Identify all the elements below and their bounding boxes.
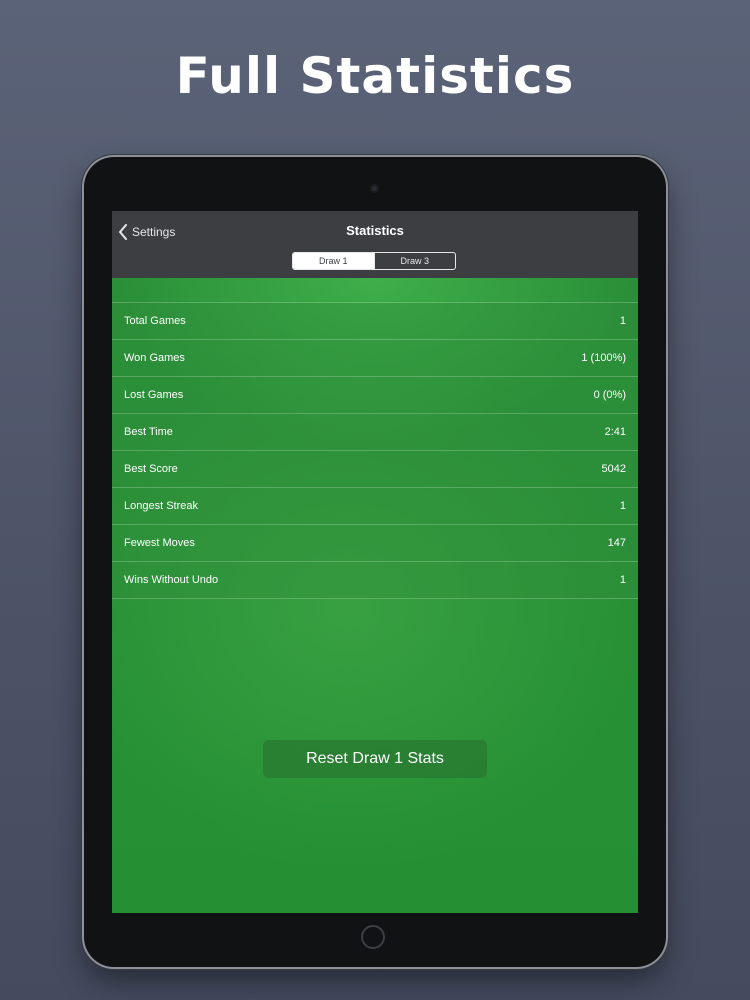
draw-mode-segmented-control: Draw 1 Draw 3 <box>292 252 456 270</box>
tablet-device-frame: Settings Statistics Draw 1 Draw 3 Total … <box>84 157 666 967</box>
stat-value: 1 <box>619 574 626 586</box>
felt-background: Total Games 1 Won Games 1 (100%) Lost Ga… <box>112 278 638 913</box>
stat-row-best-time: Best Time 2:41 <box>112 414 638 451</box>
stat-value: 5042 <box>601 463 626 475</box>
stat-label: Won Games <box>124 352 185 364</box>
app-screen: Settings Statistics Draw 1 Draw 3 Total … <box>112 211 638 913</box>
stat-label: Best Time <box>124 426 173 438</box>
stat-label: Longest Streak <box>124 500 198 512</box>
stat-value: 1 <box>619 500 626 512</box>
stat-row-total-games: Total Games 1 <box>112 303 638 340</box>
stat-row-best-score: Best Score 5042 <box>112 451 638 488</box>
stat-label: Total Games <box>124 315 186 327</box>
stat-row-lost-games: Lost Games 0 (0%) <box>112 377 638 414</box>
stat-label: Fewest Moves <box>124 537 195 549</box>
stat-label: Lost Games <box>124 389 184 401</box>
segment-draw-1[interactable]: Draw 1 <box>293 253 374 269</box>
home-button[interactable] <box>361 925 385 949</box>
stat-label: Best Score <box>124 463 178 475</box>
navigation-bar: Settings Statistics Draw 1 Draw 3 <box>112 211 638 279</box>
stat-value: 0 (0%) <box>593 389 626 401</box>
stat-value: 2:41 <box>604 426 626 438</box>
stat-value: 1 <box>619 315 626 327</box>
page-title: Statistics <box>346 223 404 238</box>
stat-row-longest-streak: Longest Streak 1 <box>112 488 638 525</box>
stat-value: 1 (100%) <box>581 352 626 364</box>
stat-row-fewest-moves: Fewest Moves 147 <box>112 525 638 562</box>
stat-label: Wins Without Undo <box>124 574 219 586</box>
stat-value: 147 <box>607 537 626 549</box>
stat-row-won-games: Won Games 1 (100%) <box>112 340 638 377</box>
camera-icon <box>370 184 379 193</box>
reset-stats-button[interactable]: Reset Draw 1 Stats <box>263 740 487 778</box>
segment-draw-3[interactable]: Draw 3 <box>373 253 456 269</box>
stat-row-wins-without-undo: Wins Without Undo 1 <box>112 562 638 599</box>
promo-headline: Full Statistics <box>175 47 575 105</box>
statistics-list: Total Games 1 Won Games 1 (100%) Lost Ga… <box>112 302 638 599</box>
